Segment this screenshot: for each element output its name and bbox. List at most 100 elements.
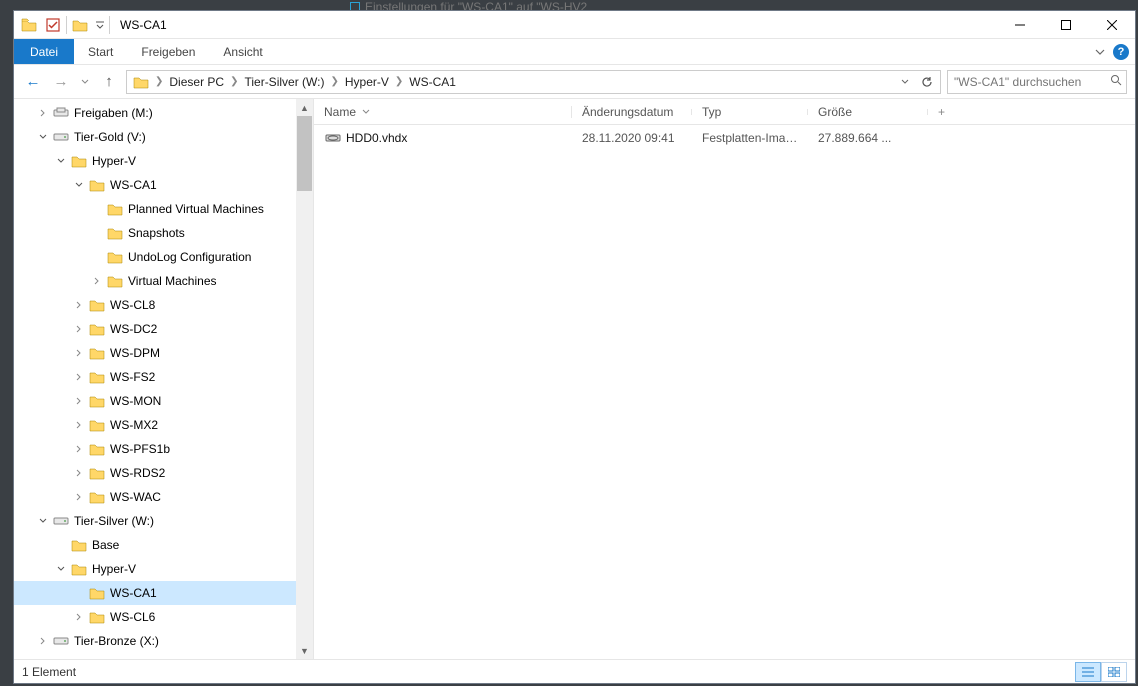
tree-item[interactable]: Tier-Gold (V:) [14, 125, 296, 149]
file-date: 28.11.2020 09:41 [572, 131, 692, 145]
tree-item-label: WS-PFS1b [110, 442, 170, 456]
expand-icon[interactable] [72, 178, 86, 192]
breadcrumb-folder-2[interactable]: WS-CA1 [405, 75, 460, 89]
ribbon-tab-share[interactable]: Freigeben [127, 39, 209, 64]
up-button[interactable]: ↑ [98, 71, 120, 93]
tree-item-label: WS-RDS2 [110, 466, 165, 480]
breadcrumb-sep-icon[interactable]: ❯ [328, 76, 340, 87]
expand-icon[interactable] [36, 106, 50, 120]
tree-item[interactable]: WS-RDS2 [14, 461, 296, 485]
expand-icon[interactable] [90, 274, 104, 288]
ribbon-tab-start[interactable]: Start [74, 39, 127, 64]
qat-dropdown-icon[interactable] [93, 14, 107, 36]
tree-item-label: WS-DC2 [110, 322, 157, 336]
explorer-window: WS-CA1 Datei Start Freigeben Ansicht ? ←… [13, 10, 1136, 684]
tree-item[interactable]: Hyper-V [14, 557, 296, 581]
tree-scrollbar[interactable]: ▲ ▼ [296, 99, 313, 659]
scroll-down-button[interactable]: ▼ [296, 642, 313, 659]
expand-icon[interactable] [72, 346, 86, 360]
column-header-size[interactable]: Größe [808, 105, 928, 119]
help-icon[interactable]: ? [1113, 44, 1129, 60]
qat-properties-icon[interactable] [42, 14, 64, 36]
column-dropdown-icon[interactable] [359, 102, 373, 122]
expand-icon[interactable] [72, 322, 86, 336]
tree-item[interactable]: WS-DPM [14, 341, 296, 365]
tree-item[interactable]: Tier-Silver (W:) [14, 509, 296, 533]
tree-item-label: Tier-Silver (W:) [74, 514, 154, 528]
search-input[interactable] [952, 74, 1106, 90]
tree-item[interactable]: WS-CA1 [14, 581, 296, 605]
expand-icon[interactable] [72, 418, 86, 432]
tree-item[interactable]: WS-CA1 [14, 173, 296, 197]
forward-button[interactable]: → [50, 71, 72, 93]
expand-icon[interactable] [36, 634, 50, 648]
tree-item[interactable]: Snapshots [14, 221, 296, 245]
title-separator [109, 16, 110, 34]
status-bar: 1 Element [14, 659, 1135, 683]
file-row[interactable]: HDD0.vhdx28.11.2020 09:41Festplatten-Ima… [314, 125, 1135, 151]
tree-item[interactable]: WS-CL6 [14, 605, 296, 629]
search-box[interactable] [947, 70, 1127, 94]
breadcrumb-sep-icon[interactable]: ❯ [228, 76, 240, 87]
recent-locations-button[interactable] [78, 71, 92, 93]
close-button[interactable] [1089, 11, 1135, 39]
expand-icon[interactable] [54, 154, 68, 168]
breadcrumb-this-pc[interactable]: Dieser PC [165, 75, 228, 89]
tree-item[interactable]: Tier-Bronze (X:) [14, 629, 296, 653]
column-add-button[interactable]: + [928, 105, 956, 119]
tree-item-label: Hyper-V [92, 562, 136, 576]
tree-item[interactable]: Hyper-V [14, 149, 296, 173]
view-details-button[interactable] [1075, 662, 1101, 682]
tree-item[interactable]: WS-WAC [14, 485, 296, 509]
qat-folder-icon[interactable] [18, 14, 40, 36]
tree-item-label: WS-CA1 [110, 178, 157, 192]
expand-icon[interactable] [72, 298, 86, 312]
expand-icon[interactable] [72, 394, 86, 408]
tree-item[interactable]: WS-CL8 [14, 293, 296, 317]
expand-icon[interactable] [72, 610, 86, 624]
tree-item[interactable]: WS-MON [14, 389, 296, 413]
tree-item[interactable]: Planned Virtual Machines [14, 197, 296, 221]
folder-icon [70, 153, 88, 169]
tree-item[interactable]: WS-FS2 [14, 365, 296, 389]
view-thumbnails-button[interactable] [1101, 662, 1127, 682]
folder-icon [88, 393, 106, 409]
tree-item[interactable]: Base [14, 533, 296, 557]
expand-icon[interactable] [72, 442, 86, 456]
tree-item[interactable]: WS-PFS1b [14, 437, 296, 461]
search-icon[interactable] [1110, 74, 1122, 89]
scroll-up-button[interactable]: ▲ [296, 99, 313, 116]
minimize-button[interactable] [997, 11, 1043, 39]
folder-icon [88, 609, 106, 625]
ribbon-tab-view[interactable]: Ansicht [209, 39, 276, 64]
expand-icon[interactable] [72, 370, 86, 384]
scroll-thumb[interactable] [297, 116, 312, 191]
expand-icon[interactable] [72, 466, 86, 480]
tree-item[interactable]: UndoLog Configuration [14, 245, 296, 269]
column-header-date[interactable]: Änderungsdatum [572, 105, 692, 119]
breadcrumb-folder-1[interactable]: Hyper-V [341, 75, 393, 89]
expand-icon[interactable] [54, 562, 68, 576]
column-header-name[interactable]: Name [314, 102, 572, 122]
tree-item-label: WS-FS2 [110, 370, 155, 384]
breadcrumb-sep-icon[interactable]: ❯ [393, 76, 405, 87]
folder-icon [88, 489, 106, 505]
expand-icon[interactable] [36, 514, 50, 528]
maximize-button[interactable] [1043, 11, 1089, 39]
file-tab[interactable]: Datei [14, 39, 74, 64]
address-bar[interactable]: ❯ Dieser PC ❯ Tier-Silver (W:) ❯ Hyper-V… [126, 70, 941, 94]
address-dropdown-button[interactable] [894, 71, 916, 93]
breadcrumb-drive[interactable]: Tier-Silver (W:) [240, 75, 328, 89]
column-header-type[interactable]: Typ [692, 105, 808, 119]
expand-icon[interactable] [36, 130, 50, 144]
expand-icon[interactable] [72, 490, 86, 504]
refresh-button[interactable] [916, 71, 938, 93]
tree-item[interactable]: WS-MX2 [14, 413, 296, 437]
tree-item[interactable]: Freigaben (M:) [14, 101, 296, 125]
breadcrumb-sep-icon[interactable]: ❯ [153, 76, 165, 87]
ribbon-expand-icon[interactable] [1095, 47, 1105, 57]
tree-item[interactable]: Virtual Machines [14, 269, 296, 293]
back-button[interactable]: ← [22, 71, 44, 93]
drive-icon [52, 633, 70, 649]
tree-item[interactable]: WS-DC2 [14, 317, 296, 341]
